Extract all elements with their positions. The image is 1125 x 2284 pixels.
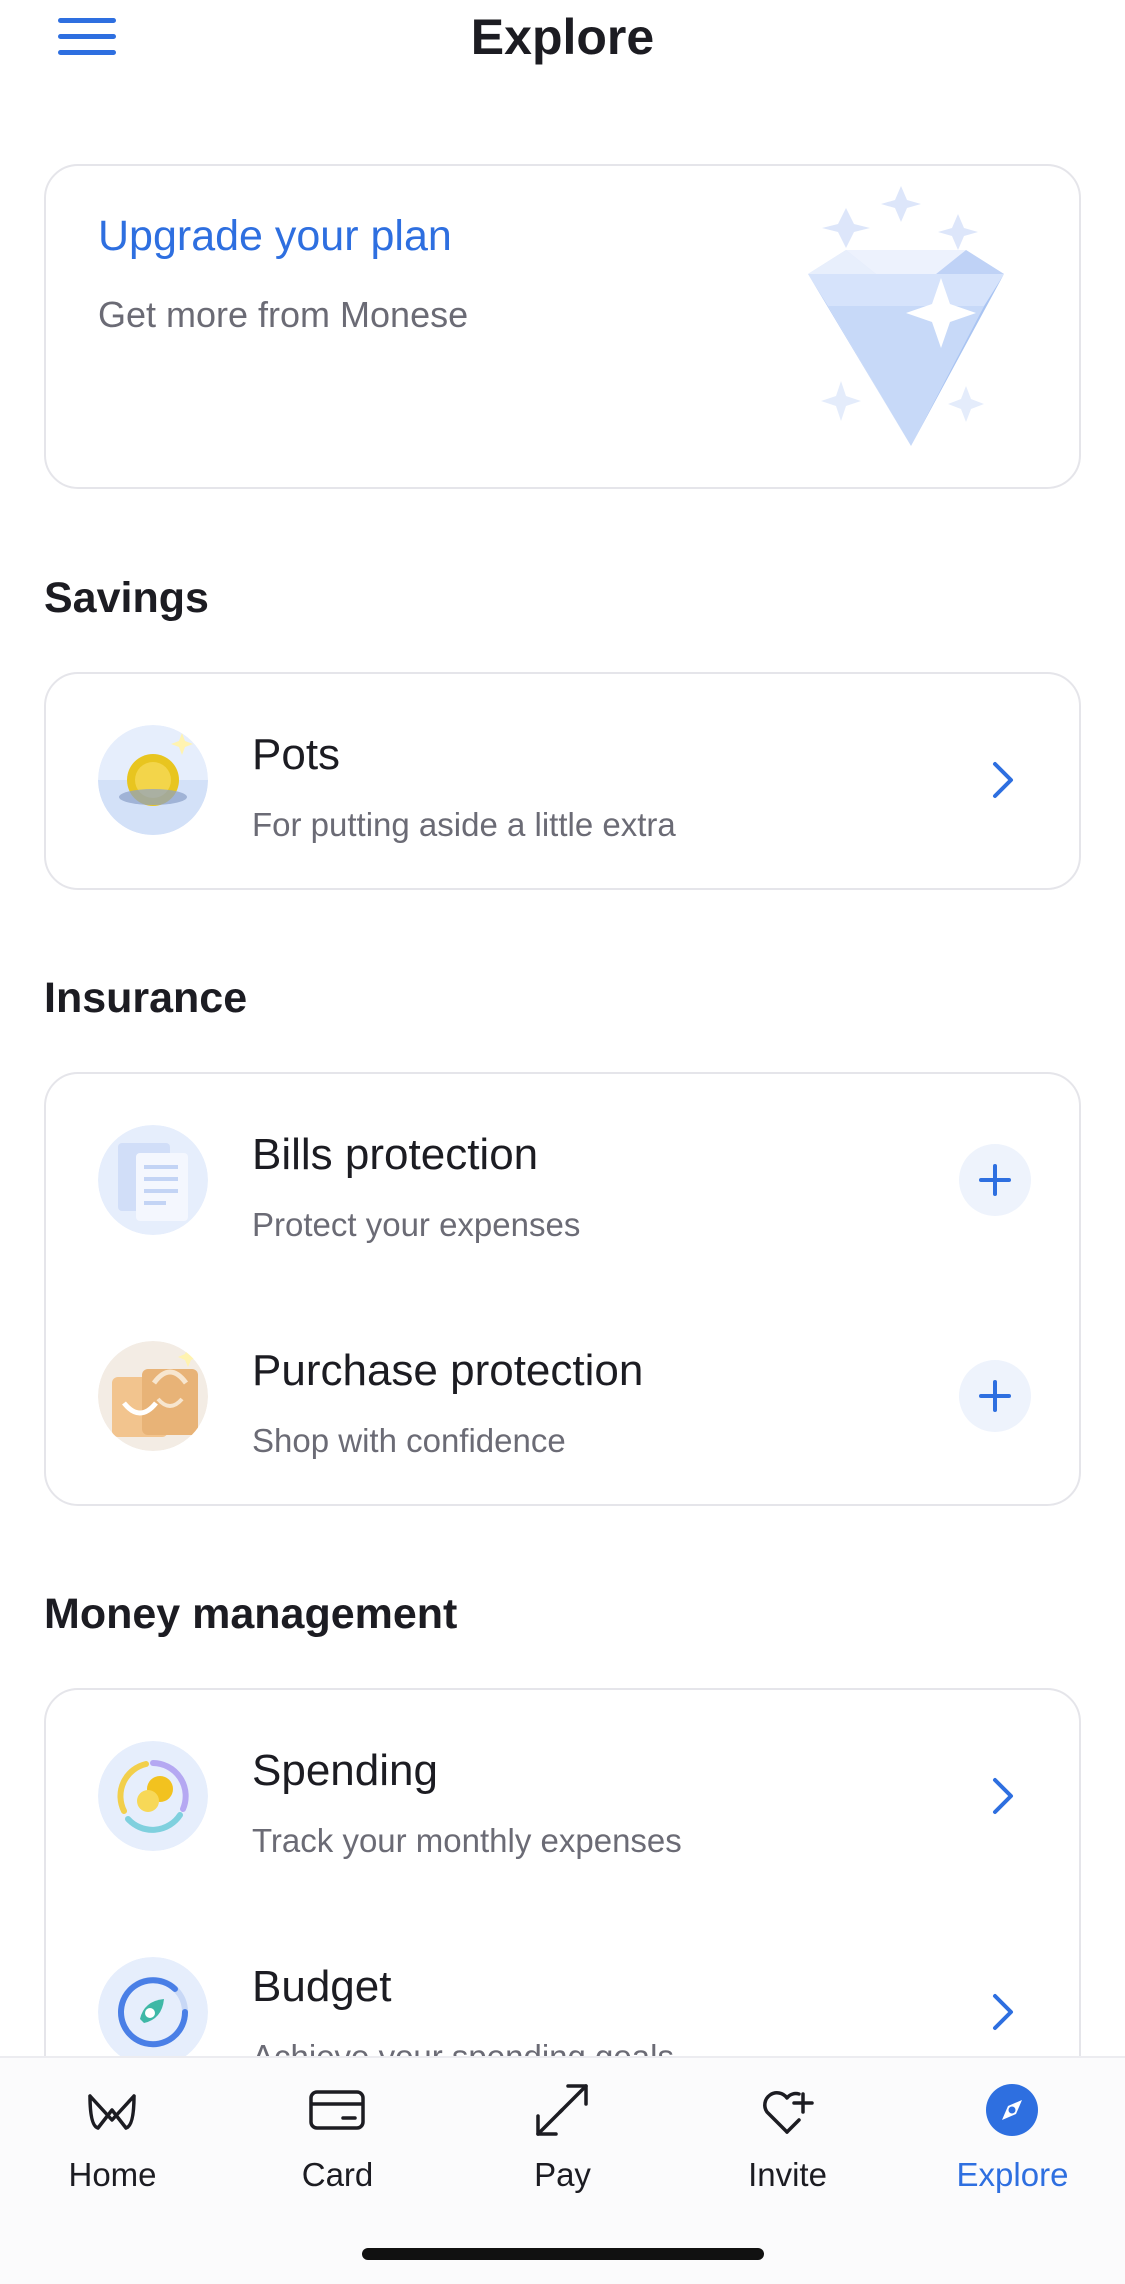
chevron-right-icon — [993, 1778, 1013, 1814]
list-item-subtitle: Track your monthly expenses — [252, 1822, 682, 1859]
bills-protection-icon — [98, 1125, 208, 1235]
budget-icon — [98, 1957, 208, 2067]
add-bills-protection-plus-icon[interactable] — [959, 1144, 1031, 1216]
chevron-right-icon — [993, 1994, 1013, 2030]
list-item-subtitle: Shop with confidence — [252, 1422, 566, 1459]
list-item-purchase-protection[interactable]: Purchase protection Shop with confidence — [46, 1296, 1083, 1496]
tab-label: Invite — [748, 2156, 827, 2193]
list-item-title: Budget — [252, 1962, 392, 2011]
savings-card: Pots For putting aside a little extra — [44, 672, 1081, 890]
list-item-title: Pots — [252, 730, 341, 779]
tab-explore[interactable]: Explore — [900, 2058, 1125, 2208]
page-title: Explore — [470, 9, 655, 65]
compass-icon — [986, 2084, 1038, 2136]
tab-invite[interactable]: Invite — [675, 2058, 900, 2208]
monese-logo-icon — [88, 2094, 136, 2130]
home-indicator — [362, 2248, 764, 2260]
list-item-title: Spending — [252, 1746, 438, 1795]
upgrade-plan-card[interactable]: Upgrade your plan Get more from Monese — [44, 164, 1081, 489]
tab-label: Pay — [534, 2156, 591, 2193]
tab-pay[interactable]: Pay — [450, 2058, 675, 2208]
diamond-icon — [808, 186, 1004, 446]
tab-label: Card — [301, 2156, 374, 2193]
card-icon — [309, 2090, 365, 2130]
tab-card[interactable]: Card — [225, 2058, 450, 2208]
explore-screen: Explore Upgrade your plan Get more from … — [0, 0, 1125, 2284]
purchase-protection-icon — [98, 1341, 208, 1451]
section-title-savings: Savings — [44, 574, 209, 622]
list-item-spending[interactable]: Spending Track your monthly expenses — [46, 1696, 1083, 1896]
list-item-bills-protection[interactable]: Bills protection Protect your expenses — [46, 1080, 1083, 1280]
tab-label: Explore — [956, 2156, 1069, 2193]
pots-icon — [98, 725, 208, 835]
list-item-title: Purchase protection — [252, 1346, 644, 1395]
upgrade-title: Upgrade your plan — [98, 212, 452, 260]
chevron-right-icon — [993, 762, 1013, 798]
section-title-money-management: Money management — [44, 1590, 458, 1638]
upgrade-subtitle: Get more from Monese — [98, 294, 469, 335]
tab-home[interactable]: Home — [0, 2058, 225, 2208]
spending-icon — [98, 1741, 208, 1851]
section-title-insurance: Insurance — [44, 974, 248, 1022]
list-item-subtitle: For putting aside a little extra — [252, 806, 676, 843]
pay-arrows-icon — [536, 2084, 588, 2136]
list-item-title: Bills protection — [252, 1130, 539, 1179]
header: Explore — [0, 0, 1125, 80]
heart-plus-icon — [763, 2091, 814, 2134]
tab-label: Home — [68, 2156, 157, 2193]
list-item-pots[interactable]: Pots For putting aside a little extra — [46, 680, 1083, 880]
add-purchase-protection-plus-icon[interactable] — [959, 1360, 1031, 1432]
insurance-card: Bills protection Protect your expenses P… — [44, 1072, 1081, 1506]
list-item-subtitle: Protect your expenses — [252, 1206, 581, 1243]
